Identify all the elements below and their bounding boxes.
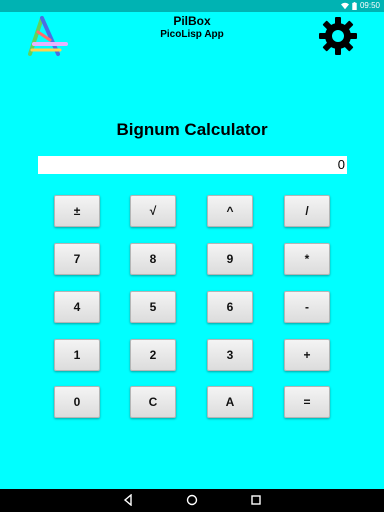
minus-button[interactable]: - <box>284 291 330 323</box>
nav-bar <box>0 489 384 512</box>
digit-8-button[interactable]: 8 <box>130 243 176 275</box>
digit-1-button[interactable]: 1 <box>54 339 100 371</box>
plus-button[interactable]: + <box>284 339 330 371</box>
sign-button[interactable]: ± <box>54 195 100 227</box>
power-button[interactable]: ^ <box>207 195 253 227</box>
digit-0-button[interactable]: 0 <box>54 386 100 418</box>
a-button[interactable]: A <box>207 386 253 418</box>
digit-4-button[interactable]: 4 <box>54 291 100 323</box>
digit-2-button[interactable]: 2 <box>130 339 176 371</box>
digit-3-button[interactable]: 3 <box>207 339 253 371</box>
sqrt-button[interactable]: √ <box>130 195 176 227</box>
digit-6-button[interactable]: 6 <box>207 291 253 323</box>
digit-7-button[interactable]: 7 <box>54 243 100 275</box>
keypad: ± √ ^ / 7 8 9 * 4 5 6- 1 2 3 +0 C A = <box>0 0 384 512</box>
back-icon[interactable] <box>122 494 134 506</box>
multiply-button[interactable]: * <box>284 243 330 275</box>
home-icon[interactable] <box>186 494 198 506</box>
clear-button[interactable]: C <box>130 386 176 418</box>
equals-button[interactable]: = <box>284 386 330 418</box>
divide-button[interactable]: / <box>284 195 330 227</box>
digit-5-button[interactable]: 5 <box>130 291 176 323</box>
recents-icon[interactable] <box>250 494 262 506</box>
digit-9-button[interactable]: 9 <box>207 243 253 275</box>
